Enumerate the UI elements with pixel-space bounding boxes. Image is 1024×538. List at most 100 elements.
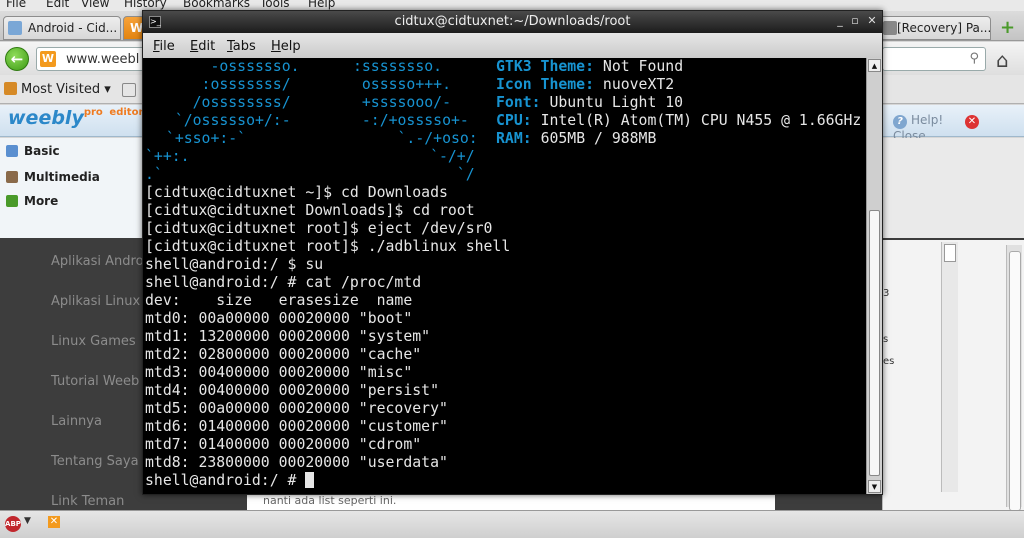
page-icon [8,21,22,35]
menu-file[interactable]: File [6,0,26,10]
tab-label: [Recovery] Pa... [897,21,991,35]
terminal-line: [cidtux@cidtuxnet Downloads]$ cd root [145,202,475,219]
panel-text: s [883,334,889,345]
tab-recovery[interactable]: [Recovery] Pa... [878,16,991,40]
ascii-art-line: :osssssss/ osssso+++. [157,76,451,93]
search-bar[interactable]: ⚲ [882,47,986,71]
tab-label: Android - Cid... [28,21,118,35]
terminal-line: [cidtux@cidtuxnet root]$ ./adblinux shel… [145,238,511,255]
sidebar-item-basic[interactable]: Basic [6,144,60,158]
sysinfo-line: CPU: Intel(R) Atom(TM) CPU N455 @ 1.66GH… [496,112,862,129]
scrollbar-thumb[interactable] [1009,251,1021,511]
terminal-line: shell@android:/ $ su [145,256,324,273]
terminal-line: mtd5: 00a00000 00020000 "recovery" [145,400,448,417]
prompt-text: shell@android:/ # [145,472,306,489]
page-text: nanti ada list seperti ini. [247,494,775,510]
folder-icon [4,82,17,95]
addon-icon[interactable]: ✕ [48,516,60,528]
adblock-icon[interactable]: ABP [5,516,21,532]
terminal-line: mtd2: 02800000 00020000 "cache" [145,346,422,363]
terminal-prompt-line[interactable]: shell@android:/ # [145,472,315,490]
sysinfo-line: Icon Theme: nuoveXT2 [496,76,675,93]
sidebar-item-multimedia[interactable]: Multimedia [6,170,100,184]
menu-history[interactable]: History [124,0,167,10]
new-tab-button[interactable]: + [1000,17,1015,38]
weebly-favicon: W [40,51,56,67]
terminal-line: mtd4: 00400000 00020000 "persist" [145,382,439,399]
weebly-right-panel [882,138,1024,238]
most-visited-label: Most Visited [21,82,101,97]
menu-tabs[interactable]: Tabs [227,39,256,54]
page-link[interactable]: Link Teman [51,494,124,509]
window-title: cidtux@cidtuxnet:~/Downloads/root [394,14,631,29]
panel-scrollbar[interactable] [941,242,958,492]
scrollbar-thumb[interactable] [944,244,956,262]
terminal-line: mtd6: 01400000 00020000 "customer" [145,418,448,435]
sidebar-item-more[interactable]: More [6,194,58,208]
page-link[interactable]: Tutorial Weeb [51,374,139,389]
terminal-line: mtd1: 13200000 00020000 "system" [145,328,431,345]
panel-text: 3 [883,288,890,299]
help-button[interactable]: ? Help! [893,113,943,129]
page-link[interactable]: Tentang Saya [51,454,139,469]
menu-bookmarks[interactable]: Bookmarks [183,0,250,10]
right-panel: 3 s es [882,240,1024,511]
url-bar[interactable]: W www.weebl [36,47,146,71]
page-link[interactable]: Lainnya [51,414,102,429]
page-link[interactable]: Linux Games [51,334,136,349]
menu-edit[interactable]: Edit [190,39,215,54]
terminal-titlebar[interactable]: >_ cidtux@cidtuxnet:~/Downloads/root _ ▫… [143,11,882,33]
terminal-line: mtd0: 00a00000 00020000 "boot" [145,310,413,327]
panel-text: es [883,356,895,367]
terminal-scrollbar[interactable]: ▲ ▼ [866,58,882,494]
bookmark-checkbox[interactable] [122,83,136,97]
chevron-down-icon[interactable]: ▼ [24,516,31,526]
page-scrollbar[interactable] [1006,245,1022,511]
plus-icon [6,195,18,207]
menu-file[interactable]: File [153,39,175,54]
sysinfo-line: Font: Ubuntu Light 10 [496,94,684,111]
maximize-button[interactable]: ▫ [848,14,862,27]
minimize-button[interactable]: _ [833,14,847,27]
multimedia-icon [6,171,18,183]
tab-android[interactable]: Android - Cid... [3,16,121,40]
sysinfo-line: GTK3 Theme: Not Found [496,58,684,75]
help-icon: ? [893,115,907,129]
ascii-art-line: -osssssso. :ssssssso. [157,58,443,75]
terminal-line: mtd3: 00400000 00020000 "misc" [145,364,413,381]
weebly-sidebar: Basic Multimedia More [0,138,143,238]
ascii-art-line: .` `/ [145,166,475,183]
text-cursor [305,472,315,488]
menu-help[interactable]: Help [308,0,335,10]
scrollbar-thumb[interactable] [869,210,880,476]
menu-edit[interactable]: Edit [46,0,69,10]
page-link[interactable]: Aplikasi Linux [51,294,140,309]
menu-tools[interactable]: Tools [260,0,290,10]
most-visited-menu[interactable]: Most Visited ▾ [4,82,111,97]
home-icon[interactable]: ⌂ [996,48,1009,72]
terminal-screen[interactable]: -osssssso. :ssssssso. :osssssss/ osssso+… [143,58,866,494]
ascii-art-line: /ossssssss/ +ssssooo/- [157,94,451,111]
weebly-logo: weeblypro editor [8,107,144,129]
sysinfo-line: RAM: 605MB / 988MB [496,130,657,147]
back-button[interactable]: ← [5,47,29,71]
terminal-line: [cidtux@cidtuxnet ~]$ cd Downloads [145,184,448,201]
close-button[interactable]: ✕ [865,14,879,27]
terminal-line: mtd7: 01400000 00020000 "cdrom" [145,436,422,453]
page-icon [883,21,897,35]
ascii-art-line: `++:. `-/+/ [145,148,475,165]
scroll-down-icon[interactable]: ▼ [868,480,881,493]
terminal-line: dev: size erasesize name [145,292,413,309]
terminal-window: >_ cidtux@cidtuxnet:~/Downloads/root _ ▫… [142,10,883,495]
scroll-up-icon[interactable]: ▲ [868,59,881,72]
menu-help[interactable]: Help [271,39,301,54]
search-icon[interactable]: ⚲ [969,51,979,66]
terminal-line: mtd8: 23800000 00020000 "userdata" [145,454,448,471]
chevron-down-icon: ▾ [104,82,111,97]
ascii-art-line: `/ossssso+/:- -:/+osssso+- [157,112,469,129]
ascii-art-line: `+sso+:-` `.-/+oso: [157,130,478,147]
menu-view[interactable]: View [81,0,109,10]
terminal-line: [cidtux@cidtuxnet root]$ eject /dev/sr0 [145,220,493,237]
page-link[interactable]: Aplikasi Andro [51,254,144,269]
url-text: www.weebl [66,52,140,67]
